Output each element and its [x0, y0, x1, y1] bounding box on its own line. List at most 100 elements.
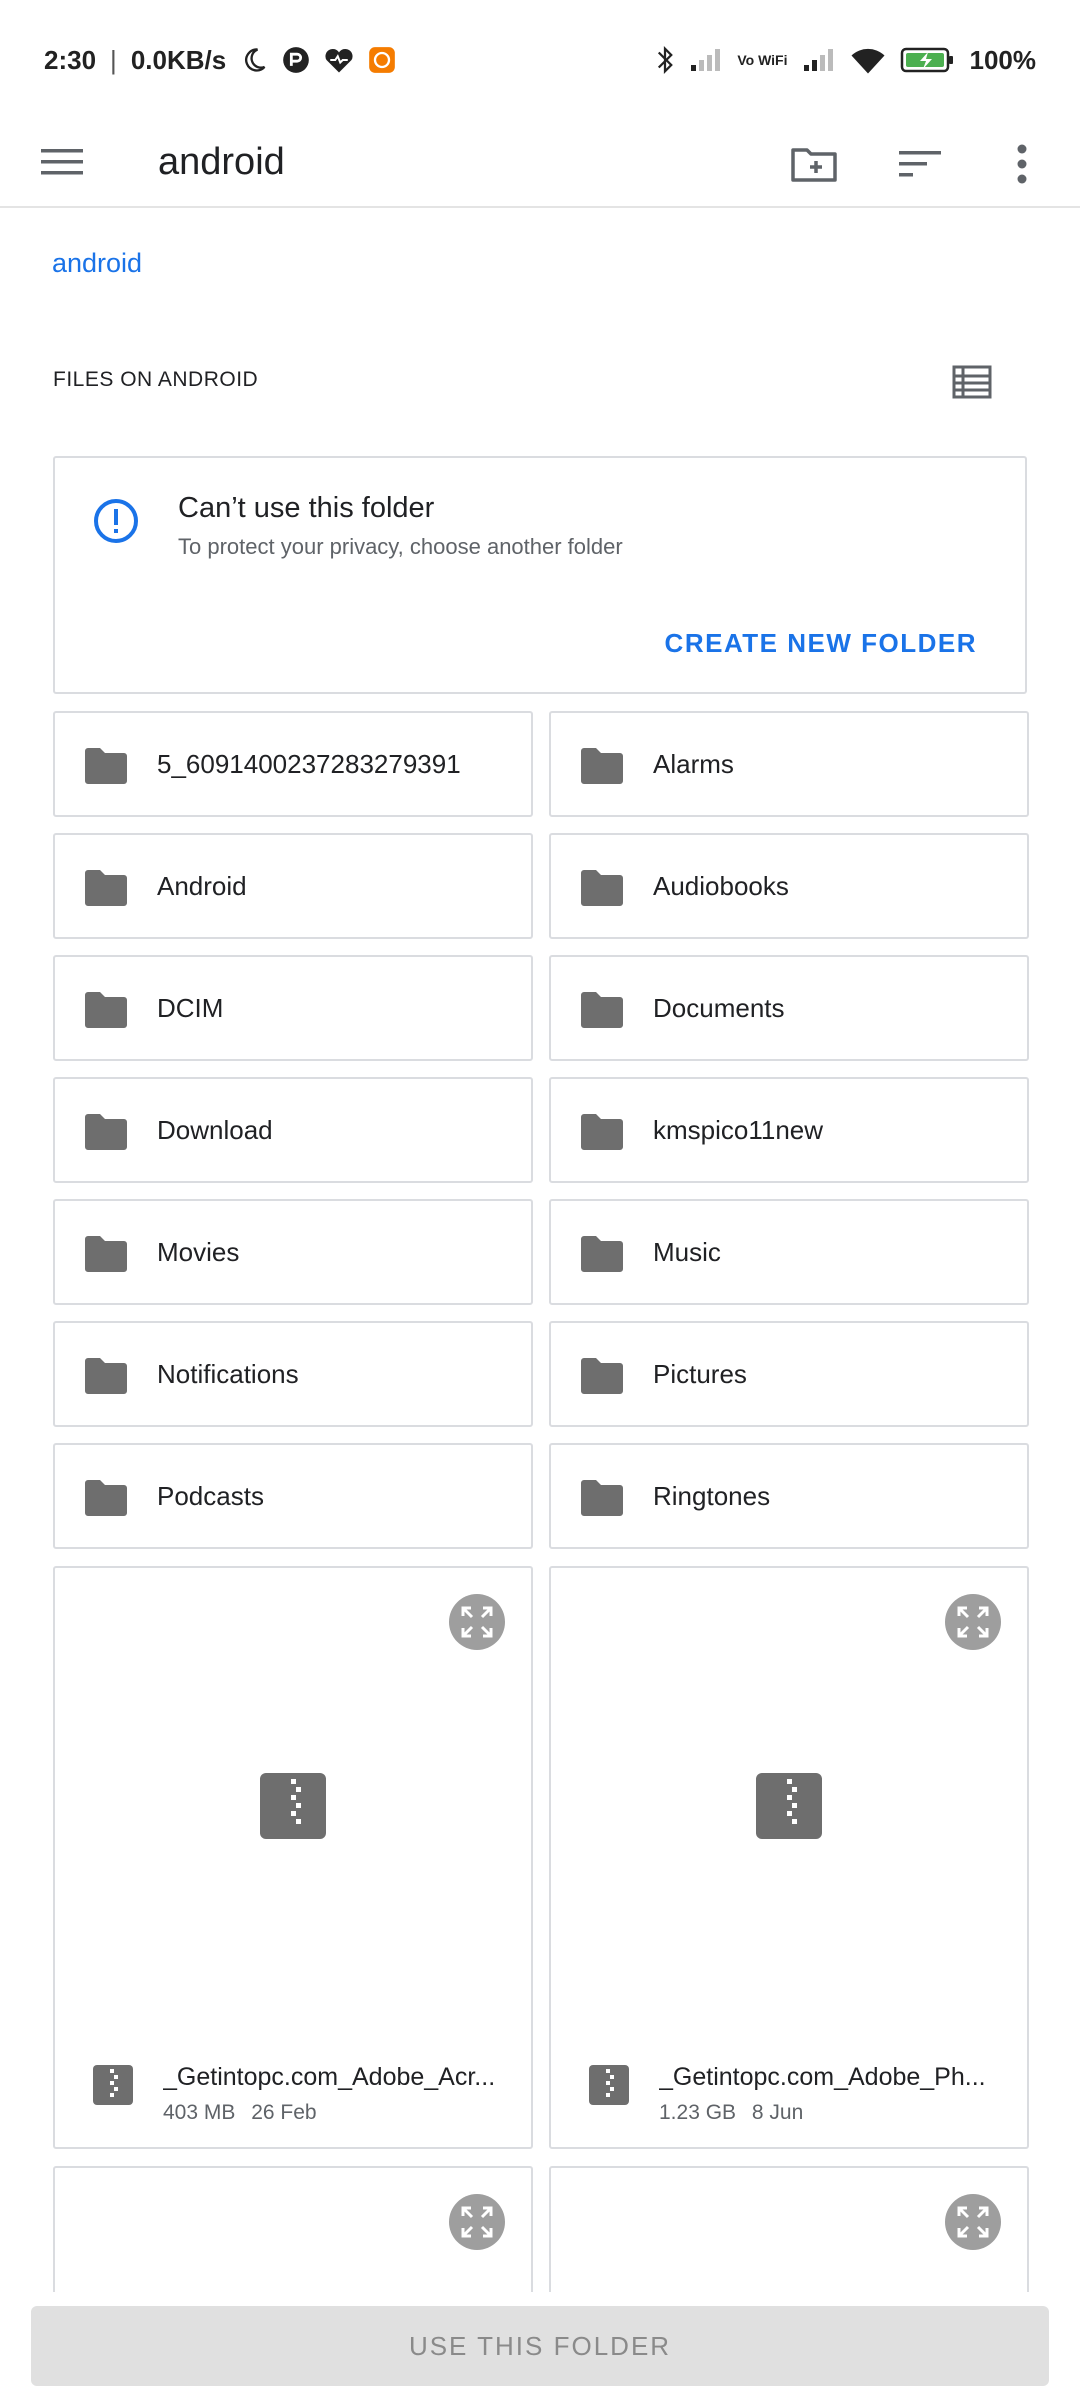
info-alert-icon: [93, 498, 139, 549]
more-vert-icon: [1017, 144, 1027, 184]
folder-name: 5_6091400237283279391: [157, 749, 461, 779]
app-notification-icon: [282, 46, 310, 74]
new-folder-icon: [791, 148, 837, 182]
battery-charging-icon: [900, 46, 956, 74]
folder-icon: [579, 1357, 625, 1400]
folder-item[interactable]: Audiobooks: [549, 833, 1029, 939]
preview-expand-button[interactable]: [449, 1594, 505, 1650]
folder-item[interactable]: Movies: [53, 1199, 533, 1305]
folder-icon: [579, 1113, 625, 1156]
new-folder-button[interactable]: [784, 134, 844, 194]
list-view-toggle[interactable]: [946, 356, 998, 408]
file-name: _Getintopc.com_Adobe_Acr...: [163, 2063, 496, 2091]
zip-archive-icon: [756, 1773, 822, 1844]
folder-icon: [83, 747, 129, 790]
more-options-button[interactable]: [992, 134, 1052, 194]
preview-expand-button[interactable]: [449, 2194, 505, 2250]
folder-icon: [83, 1113, 129, 1156]
use-this-folder-button[interactable]: USE THIS FOLDER: [31, 2306, 1049, 2386]
bottom-bar: USE THIS FOLDER: [0, 2292, 1080, 2400]
zip-archive-icon: [260, 1773, 326, 1844]
file-name: _Getintopc.com_Adobe_Ph...: [659, 2063, 986, 2091]
create-new-folder-button[interactable]: CREATE NEW FOLDER: [665, 628, 977, 659]
zip-file-icon: [93, 2065, 133, 2110]
fullscreen-icon: [461, 1606, 493, 1638]
sort-button[interactable]: [890, 134, 950, 194]
folder-icon: [83, 1235, 129, 1278]
signal-icon-2: [802, 47, 836, 73]
folder-name: Ringtones: [653, 1481, 771, 1511]
bluetooth-icon: [655, 45, 675, 75]
folder-name: Notifications: [157, 1359, 299, 1389]
folder-icon: [83, 1357, 129, 1400]
wifi-icon: [850, 46, 886, 74]
mi-app-icon: [368, 46, 396, 74]
status-left: 2:30 | 0.0KB/s: [44, 45, 396, 76]
menu-button[interactable]: [40, 140, 84, 184]
folder-item[interactable]: Download: [53, 1077, 533, 1183]
status-time: 2:30: [44, 44, 97, 75]
fullscreen-icon: [957, 2206, 989, 2238]
folder-name: Movies: [157, 1237, 240, 1267]
folder-item[interactable]: Ringtones: [549, 1443, 1029, 1549]
folder-icon: [83, 869, 129, 912]
folder-name: Pictures: [653, 1359, 747, 1389]
folder-item[interactable]: Podcasts: [53, 1443, 533, 1549]
folder-name: Alarms: [653, 749, 734, 779]
folder-icon: [579, 869, 625, 912]
preview-expand-button[interactable]: [945, 2194, 1001, 2250]
file-meta: 1.23 GB 8 Jun: [659, 2101, 803, 2125]
folder-item[interactable]: Documents: [549, 955, 1029, 1061]
folder-name: Music: [653, 1237, 721, 1267]
folder-item[interactable]: 5_6091400237283279391: [53, 711, 533, 817]
cant-use-folder-card: Can’t use this folder To protect your pr…: [53, 456, 1027, 694]
warning-subtitle: To protect your privacy, choose another …: [178, 534, 623, 559]
folder-icon: [579, 747, 625, 790]
status-right: Vo WiFi 100%: [655, 45, 1036, 76]
folder-icon: [83, 991, 129, 1034]
folder-icon: [579, 1235, 625, 1278]
signal-icon-1: [689, 47, 723, 73]
vowifi-icon: Vo WiFi: [737, 52, 788, 68]
warning-title: Can’t use this folder: [178, 492, 435, 524]
breadcrumb[interactable]: android: [52, 248, 142, 279]
fullscreen-icon: [461, 2206, 493, 2238]
status-network-speed: 0.0KB/s: [130, 44, 227, 75]
folder-item[interactable]: Android: [53, 833, 533, 939]
sort-icon: [899, 151, 941, 177]
app-bar: android: [0, 120, 1080, 208]
folder-name: kmspico11new: [653, 1115, 824, 1145]
folder-item[interactable]: Alarms: [549, 711, 1029, 817]
file-meta: 403 MB 26 Feb: [163, 2101, 317, 2125]
fullscreen-icon: [957, 1606, 989, 1638]
file-tile[interactable]: _Getintopc.com_Adobe_Ph... 1.23 GB 8 Jun: [549, 1566, 1029, 2149]
menu-icon: [41, 149, 83, 175]
status-separator: |: [110, 44, 117, 75]
file-tile[interactable]: _Getintopc.com_Adobe_Acr... 403 MB 26 Fe…: [53, 1566, 533, 2149]
file-size: 1.23 GB: [659, 2101, 737, 2124]
folder-name: Podcasts: [157, 1481, 264, 1511]
zip-file-icon: [589, 2065, 629, 2110]
folder-item[interactable]: DCIM: [53, 955, 533, 1061]
status-bar: 2:30 | 0.0KB/s Vo WiFi 100%: [0, 0, 1080, 120]
list-view-icon: [952, 365, 992, 399]
section-title: FILES ON ANDROID: [53, 368, 259, 391]
folder-icon: [579, 1479, 625, 1522]
folder-name: Documents: [653, 993, 785, 1023]
moon-icon: [240, 46, 268, 74]
file-tile-footer: _Getintopc.com_Adobe_Ph... 1.23 GB 8 Jun: [551, 2057, 1027, 2147]
folder-name: Android: [157, 871, 247, 901]
folder-item[interactable]: kmspico11new: [549, 1077, 1029, 1183]
preview-expand-button[interactable]: [945, 1594, 1001, 1650]
file-date: 26 Feb: [251, 2101, 317, 2124]
folder-name: DCIM: [157, 993, 224, 1023]
file-size: 403 MB: [163, 2101, 236, 2124]
heart-icon: [324, 46, 354, 74]
folder-item[interactable]: Music: [549, 1199, 1029, 1305]
folder-icon: [579, 991, 625, 1034]
folder-icon: [83, 1479, 129, 1522]
page-title: android: [158, 141, 285, 183]
file-tile-footer: _Getintopc.com_Adobe_Acr... 403 MB 26 Fe…: [55, 2057, 531, 2147]
folder-item[interactable]: Pictures: [549, 1321, 1029, 1427]
folder-item[interactable]: Notifications: [53, 1321, 533, 1427]
